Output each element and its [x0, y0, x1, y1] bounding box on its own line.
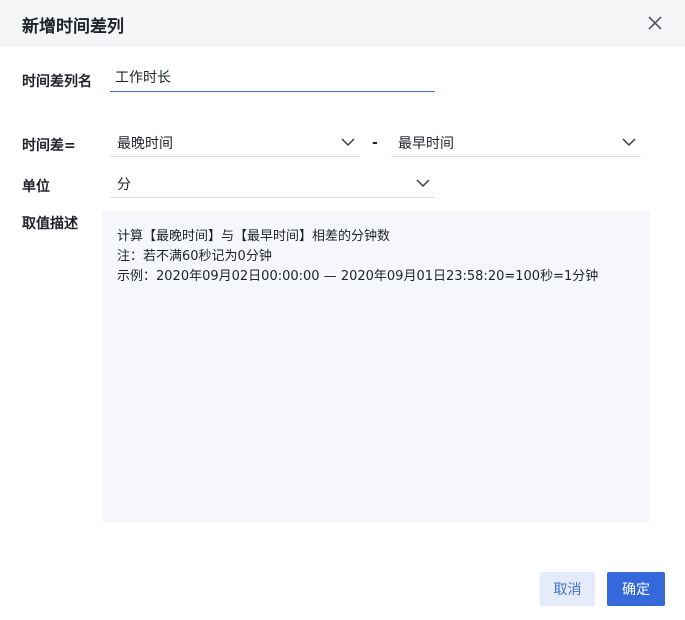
confirm-button[interactable]: 确定	[607, 572, 665, 606]
chevron-down-icon	[341, 138, 355, 147]
earliest-time-select-value: 最早时间	[398, 136, 454, 152]
dialog-title: 新增时间差列	[22, 17, 124, 37]
chevron-down-icon	[622, 138, 636, 147]
unit-select[interactable]: 分	[110, 169, 435, 198]
latest-time-select-value: 最晚时间	[117, 136, 173, 152]
column-name-label: 时间差列名	[22, 74, 92, 90]
description-line: 计算【最晚时间】与【最早时间】相差的分钟数	[117, 229, 391, 244]
diff-separator: -	[372, 135, 378, 151]
close-icon[interactable]	[644, 12, 666, 34]
earliest-time-select[interactable]: 最早时间	[391, 128, 641, 157]
unit-select-value: 分	[117, 177, 131, 193]
column-name-input[interactable]	[110, 63, 435, 92]
value-description-box: 计算【最晚时间】与【最早时间】相差的分钟数 注：若不满60秒记为0分钟 示例：2…	[102, 211, 650, 523]
cancel-button[interactable]: 取消	[540, 572, 595, 606]
description-line: 注：若不满60秒记为0分钟	[117, 249, 272, 264]
description-line: 示例：2020年09月02日00:00:00 — 2020年09月01日23:5…	[117, 269, 599, 284]
add-time-diff-dialog: 新增时间差列 时间差列名 时间差= 最晚时间 - 最早时间 单位 分 取值描述	[0, 0, 685, 620]
dialog-header: 新增时间差列	[0, 0, 685, 47]
unit-label: 单位	[22, 179, 50, 195]
value-description-label: 取值描述	[22, 216, 78, 232]
chevron-down-icon	[416, 179, 430, 188]
latest-time-select[interactable]: 最晚时间	[110, 128, 360, 157]
time-diff-label: 时间差=	[22, 138, 76, 154]
